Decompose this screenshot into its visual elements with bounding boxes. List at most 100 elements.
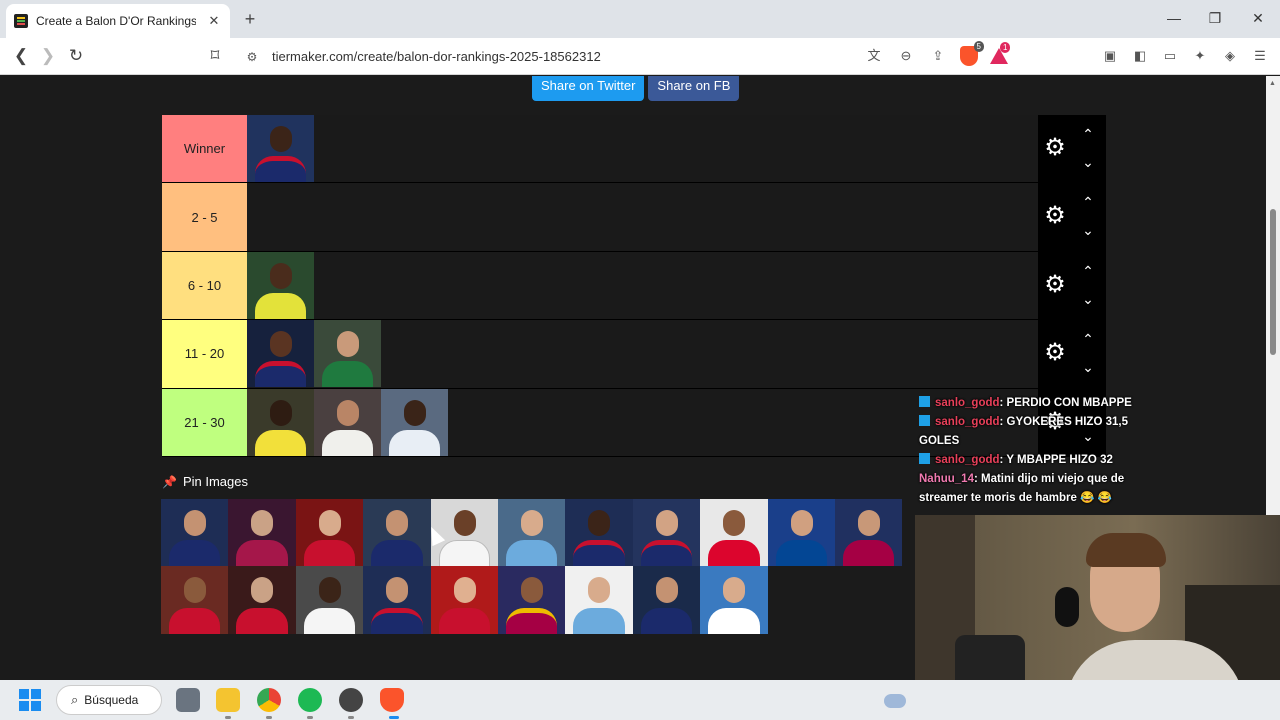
brave-rewards-icon[interactable]: 1 (990, 42, 1011, 64)
bookmark-icon[interactable]: ⌑ (204, 46, 226, 66)
translate-icon[interactable]: 文 (864, 46, 884, 66)
move-tier-up-chevron-icon[interactable]: ⌃ (1081, 195, 1095, 209)
pin-icon[interactable]: 📌 (162, 475, 177, 489)
pool-player-card[interactable] (363, 499, 431, 567)
running-indicator (266, 716, 272, 719)
tier-settings-gear-icon[interactable]: ⚙ (1044, 136, 1066, 160)
chat-username: sanlo_godd (935, 397, 1000, 409)
player-card[interactable] (314, 320, 381, 388)
taskbar: ⌕ Búsqueda (0, 680, 1280, 720)
player-card[interactable] (314, 388, 381, 456)
tab-search-icon[interactable]: ▣ (1100, 46, 1120, 66)
weather-icon[interactable] (880, 688, 906, 710)
menu-icon[interactable]: ☰ (1250, 46, 1270, 66)
player-card[interactable] (247, 320, 314, 388)
chat-text: : Y MBAPPE HIZO 32 (999, 454, 1113, 466)
leo-ai-icon[interactable]: ✦ (1190, 46, 1210, 66)
pool-player-card[interactable] (700, 499, 768, 567)
vpn-icon[interactable]: ◈ (1220, 46, 1240, 66)
tier-dropzone[interactable] (247, 320, 1038, 388)
tier-settings-gear-icon[interactable]: ⚙ (1044, 272, 1066, 296)
tier-label[interactable]: 2 - 5 (162, 183, 247, 251)
spotify-icon[interactable] (298, 688, 322, 712)
tab-close-icon[interactable]: ✕ (206, 13, 222, 29)
chat-message: sanlo_godd: GYOKERES HIZO 31,5 GOLES (919, 413, 1139, 451)
move-tier-up-chevron-icon[interactable]: ⌃ (1081, 264, 1095, 278)
share-twitter-button[interactable]: Share on Twitter (532, 76, 645, 101)
tier-settings-gear-icon[interactable]: ⚙ (1044, 204, 1066, 228)
move-tier-down-chevron-icon[interactable]: ⌄ (1081, 360, 1095, 374)
move-tier-down-chevron-icon[interactable]: ⌄ (1081, 223, 1095, 237)
tier-settings-gear-icon[interactable]: ⚙ (1044, 341, 1066, 365)
player-card[interactable] (247, 388, 314, 456)
running-indicator (348, 716, 354, 719)
player-card[interactable] (247, 251, 314, 319)
scrollbar-thumb[interactable] (1270, 209, 1276, 355)
tier-dropzone[interactable] (247, 115, 1038, 183)
pin-images-label[interactable]: Pin Images (183, 474, 248, 489)
chat-username: sanlo_godd (935, 416, 1000, 428)
task-view-icon[interactable] (176, 688, 200, 712)
address-bar[interactable]: ⚙ tiermaker.com/create/balon-dor-ranking… (236, 41, 1016, 70)
brave-browser-icon[interactable] (380, 688, 404, 712)
tiermaker-favicon-icon (14, 14, 28, 28)
pool-player-card[interactable] (497, 566, 566, 634)
sidebar-icon[interactable]: ◧ (1130, 46, 1150, 66)
move-tier-down-chevron-icon[interactable]: ⌄ (1081, 292, 1095, 306)
navigation-bar: ❮ ❯ ↻ ⌑ ⚙ tiermaker.com/create/balon-dor… (0, 38, 1280, 75)
url-text[interactable]: tiermaker.com/create/balon-dor-rankings-… (272, 49, 601, 64)
file-explorer-icon[interactable] (216, 688, 240, 712)
chat-username: sanlo_godd (935, 454, 1000, 466)
pool-player-card[interactable] (632, 499, 701, 567)
new-tab-button[interactable]: + (240, 9, 260, 30)
move-tier-down-chevron-icon[interactable]: ⌄ (1081, 155, 1095, 169)
tier-dropzone[interactable] (247, 183, 1038, 251)
chrome-icon[interactable] (257, 688, 281, 712)
tier-label[interactable]: 6 - 10 (162, 251, 247, 320)
pool-player-card[interactable] (430, 566, 498, 634)
pool-player-card[interactable] (228, 566, 296, 634)
share-fb-button[interactable]: Share on FB (648, 76, 740, 101)
pool-player-card[interactable] (161, 499, 229, 567)
brave-shields-icon[interactable]: 5 (960, 41, 984, 66)
tier-label[interactable]: 11 - 20 (162, 320, 247, 388)
share-icon[interactable]: ⇪ (928, 46, 948, 66)
running-indicator (307, 716, 313, 719)
pool-player-card[interactable] (632, 566, 701, 634)
pool-player-card[interactable] (700, 566, 768, 634)
back-arrow-icon[interactable]: ❮ (10, 46, 32, 66)
pool-player-card[interactable] (228, 499, 296, 567)
pool-player-card[interactable] (565, 499, 633, 567)
close-window-button[interactable]: ✕ (1248, 10, 1268, 27)
tier-dropzone[interactable] (247, 251, 1038, 320)
wallet-icon[interactable]: ▭ (1160, 46, 1180, 66)
player-card[interactable] (247, 115, 314, 182)
forward-arrow-icon[interactable]: ❯ (37, 46, 59, 66)
reload-icon[interactable]: ↻ (65, 46, 87, 66)
pool-player-card[interactable] (161, 566, 229, 634)
maximize-button[interactable]: ❐ (1205, 10, 1225, 27)
move-tier-up-chevron-icon[interactable]: ⌃ (1081, 332, 1095, 346)
tier-label[interactable]: 21 - 30 (162, 388, 247, 456)
move-tier-up-chevron-icon[interactable]: ⌃ (1081, 127, 1095, 141)
obs-icon[interactable] (339, 688, 363, 712)
minimize-button[interactable]: — (1164, 10, 1184, 26)
tier-label[interactable]: Winner (162, 115, 247, 183)
pool-player-card[interactable] (295, 499, 364, 567)
tier-row: 6 - 10 ⚙ ⌃ ⌄ (162, 251, 1106, 321)
pool-player-card[interactable] (497, 499, 566, 567)
windows-start-icon[interactable] (19, 689, 41, 711)
pool-player-card[interactable] (834, 499, 903, 567)
site-settings-icon[interactable]: ⚙ (242, 50, 262, 64)
active-tab[interactable]: Create a Balon D'Or Rankings 20 ✕ (6, 4, 230, 38)
chat-platform-icon (919, 396, 930, 407)
zoom-icon[interactable]: ⊖ (896, 46, 916, 66)
pool-player-card[interactable] (767, 499, 835, 567)
player-card[interactable] (381, 388, 448, 456)
scroll-up-icon[interactable]: ▲ (1269, 80, 1276, 87)
image-pool[interactable] (161, 499, 921, 634)
pool-player-card[interactable] (565, 566, 633, 634)
pool-player-card[interactable] (295, 566, 364, 634)
taskbar-search[interactable]: ⌕ Búsqueda (56, 685, 162, 715)
pool-player-card[interactable] (363, 566, 431, 634)
